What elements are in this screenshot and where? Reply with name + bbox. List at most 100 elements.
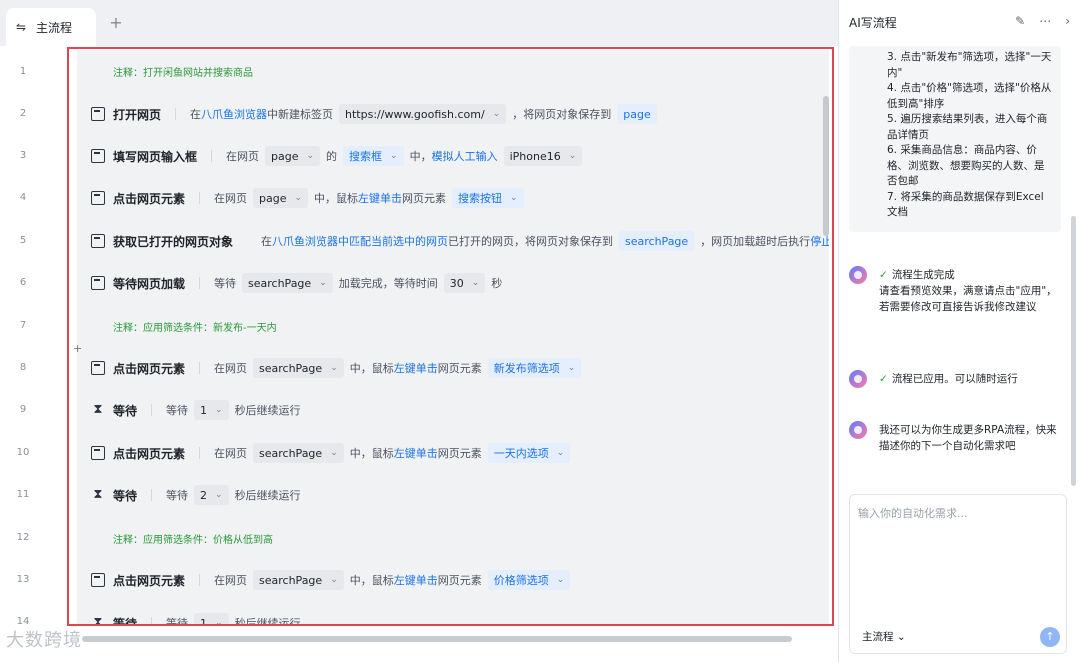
step-name: 填写网页输入框 [113, 149, 198, 164]
step-name: 点击网页元素 [113, 446, 186, 461]
divider [199, 277, 201, 289]
step-click-element[interactable]: 点击网页元素 在网页 searchPage ⌄ 中，鼠标 左键单击 网页元素 一天… [77, 440, 829, 466]
step-name: 等待 [113, 488, 138, 503]
step-fill-input[interactable]: 填写网页输入框 在网页 page ⌄ 的 搜索框 ⌄ 中， 模拟人工输入 iPhon… [77, 143, 829, 169]
ai-avatar-icon [849, 421, 867, 439]
prompt-input[interactable]: 输入你的自动化需求... 主流程 ⌄ ↑ [849, 494, 1067, 654]
ai-flow-panel: AI写流程 ✎ ⋯ › 3. 点击"新发布"筛选项，选择"一天内" 4. 点击"… [838, 0, 1080, 662]
insert-step-icon[interactable]: + [73, 343, 83, 354]
step-text: 中新建标签页 [267, 108, 334, 121]
step-text: 网页元素 [437, 447, 482, 460]
send-button[interactable]: ↑ [1040, 627, 1060, 647]
step-text: 中，鼠标 [349, 574, 394, 587]
line-number: 7 [19, 320, 27, 331]
click-mode-link[interactable]: 左键单击 [394, 445, 438, 461]
step-text: 网页元素 [437, 362, 482, 375]
chevron-right-icon[interactable]: › [1065, 14, 1070, 28]
step-text: 在网页 [214, 574, 248, 587]
chevron-down-icon: ⌄ [390, 151, 398, 161]
element-select[interactable]: 一天内选项 ⌄ [487, 443, 571, 463]
divider [151, 617, 153, 626]
step-get-webpage[interactable]: 获取已打开的网页对象 在 八爪鱼浏览器中匹配当前选中的网页 已打开的网页，将网页… [77, 228, 829, 254]
input-value-select[interactable]: iPhone16 ⌄ [503, 146, 583, 166]
click-mode-link[interactable]: 左键单击 [358, 190, 402, 206]
page-select[interactable]: searchPage ⌄ [253, 570, 344, 590]
clear-icon[interactable]: ✎ [1015, 14, 1025, 28]
line-number: 11 [16, 489, 30, 500]
line-number: 2 [19, 108, 27, 119]
click-mode-link[interactable]: 左键单击 [394, 360, 438, 376]
seconds-select[interactable]: 1 ⌄ [194, 613, 229, 626]
step-text: 中， [409, 150, 432, 163]
page-select[interactable]: searchPage ⌄ [253, 358, 344, 378]
plan-steps: 3. 点击"新发布"筛选项，选择"一天内" 4. 点击"价格"筛选项，选择"价格… [849, 46, 1061, 232]
chevron-down-icon: ⌄ [556, 448, 565, 458]
match-page-link[interactable]: 八爪鱼浏览器中匹配当前选中的网页 [272, 233, 448, 249]
step-text: 在网页 [214, 447, 248, 460]
tab-main-flow[interactable]: ⇋ 主流程 [6, 8, 96, 46]
flow-editor: 1 2 3 4 5 6 7 8 9 10 11 12 13 14 注释：打开闲鱼… [0, 46, 838, 662]
horizontal-scrollbar[interactable] [82, 636, 792, 642]
step-name: 打开网页 [113, 107, 162, 122]
step-text: 秒 [491, 277, 503, 290]
plan-step: 4. 点击"价格"筛选项，选择"价格从低到高"排序 [887, 82, 1052, 110]
url-select[interactable]: https://www.goofish.com/ ⌄ [339, 104, 507, 124]
seconds-select[interactable]: 1 ⌄ [194, 400, 229, 420]
panel-scrollbar[interactable] [1071, 216, 1076, 486]
ai-avatar-icon [849, 266, 867, 284]
variable-name: searchPage [625, 234, 689, 248]
chevron-down-icon: ⌄ [471, 278, 480, 288]
seconds-select[interactable]: 2 ⌄ [194, 485, 229, 505]
step-wait[interactable]: ⧗ 等待 等待 1 ⌄ 秒后继续运行 [77, 610, 829, 626]
chevron-down-icon: ⌄ [510, 193, 518, 203]
hourglass-icon: ⧗ [93, 487, 103, 502]
timeout-select[interactable]: 30 ⌄ [443, 273, 486, 293]
chevron-down-icon: ⌄ [556, 575, 565, 585]
comment-row[interactable]: 注释：打开闲鱼网站并搜索商品 [77, 58, 829, 84]
step-text: 在网页 [226, 150, 260, 163]
input-mode-link[interactable]: 模拟人工输入 [432, 148, 498, 164]
element-select[interactable]: 新发布筛选项 ⌄ [487, 358, 582, 378]
flow-select[interactable]: 主流程 ⌄ [862, 629, 906, 644]
page-select[interactable]: page ⌄ [253, 188, 309, 208]
step-open-webpage[interactable]: 打开网页 在 八爪鱼浏览器 中新建标签页 https://www.goofish… [77, 101, 829, 127]
step-wait-load[interactable]: 等待网页加载 等待 searchPage ⌄ 加载完成，等待时间 30 ⌄ 秒 [77, 270, 829, 296]
vertical-scrollbar[interactable] [823, 96, 829, 236]
select-value: 价格筛选项 [493, 574, 549, 587]
page-select[interactable]: searchPage ⌄ [242, 273, 333, 293]
divider [199, 574, 201, 586]
browser-icon [91, 107, 105, 121]
page-select[interactable]: searchPage ⌄ [253, 443, 344, 463]
variable-chip[interactable]: searchPage [619, 231, 695, 251]
line-number: 5 [19, 235, 27, 246]
step-click-element[interactable]: 点击网页元素 在网页 searchPage ⌄ 中，鼠标 左键单击 网页元素 新发… [77, 355, 829, 381]
element-select[interactable]: 搜索框 ⌄ [343, 146, 404, 166]
step-wait[interactable]: ⧗ 等待 等待 2 ⌄ 秒后继续运行 [77, 482, 829, 508]
element-select[interactable]: 价格筛选项 ⌄ [487, 570, 571, 590]
plan-step: 3. 点击"新发布"筛选项，选择"一天内" [887, 51, 1052, 79]
step-click-element[interactable]: 点击网页元素 在网页 page ⌄ 中，鼠标 左键单击 网页元素 搜索按钮 ⌄ [77, 185, 829, 211]
more-icon[interactable]: ⋯ [1039, 14, 1051, 28]
step-text: 中，鼠标 [349, 447, 394, 460]
browser-link[interactable]: 八爪鱼浏览器 [201, 106, 267, 122]
step-name: 等待网页加载 [113, 276, 186, 291]
select-value: 搜索按钮 [458, 192, 503, 205]
step-click-element[interactable]: 点击网页元素 在网页 searchPage ⌄ 中，鼠标 左键单击 网页元素 价格… [77, 567, 829, 593]
step-text: 网页元素 [402, 192, 447, 205]
comment-row[interactable]: 注释：应用筛选条件：新发布-一天内 [77, 313, 829, 339]
step-text: 等待 [166, 489, 189, 502]
page-select[interactable]: page ⌄ [265, 146, 321, 166]
click-mode-link[interactable]: 左键单击 [394, 572, 438, 588]
select-value: searchPage [259, 446, 323, 460]
variable-chip[interactable]: page [617, 104, 657, 124]
comment-row[interactable]: 注释：应用筛选条件：价格从低到高 [77, 525, 829, 551]
step-text: 在 [261, 235, 273, 248]
step-wait[interactable]: ⧗ 等待 等待 1 ⌄ 秒后继续运行 [77, 397, 829, 423]
step-text: 秒后继续运行 [234, 404, 301, 417]
select-value: 一天内选项 [493, 447, 549, 460]
step-text: 等待 [166, 617, 189, 626]
add-tab-button[interactable]: + [108, 14, 124, 32]
chevron-down-icon: ⌄ [215, 490, 223, 500]
element-select[interactable]: 搜索按钮 ⌄ [452, 188, 524, 208]
input-placeholder: 输入你的自动化需求... [858, 507, 968, 520]
